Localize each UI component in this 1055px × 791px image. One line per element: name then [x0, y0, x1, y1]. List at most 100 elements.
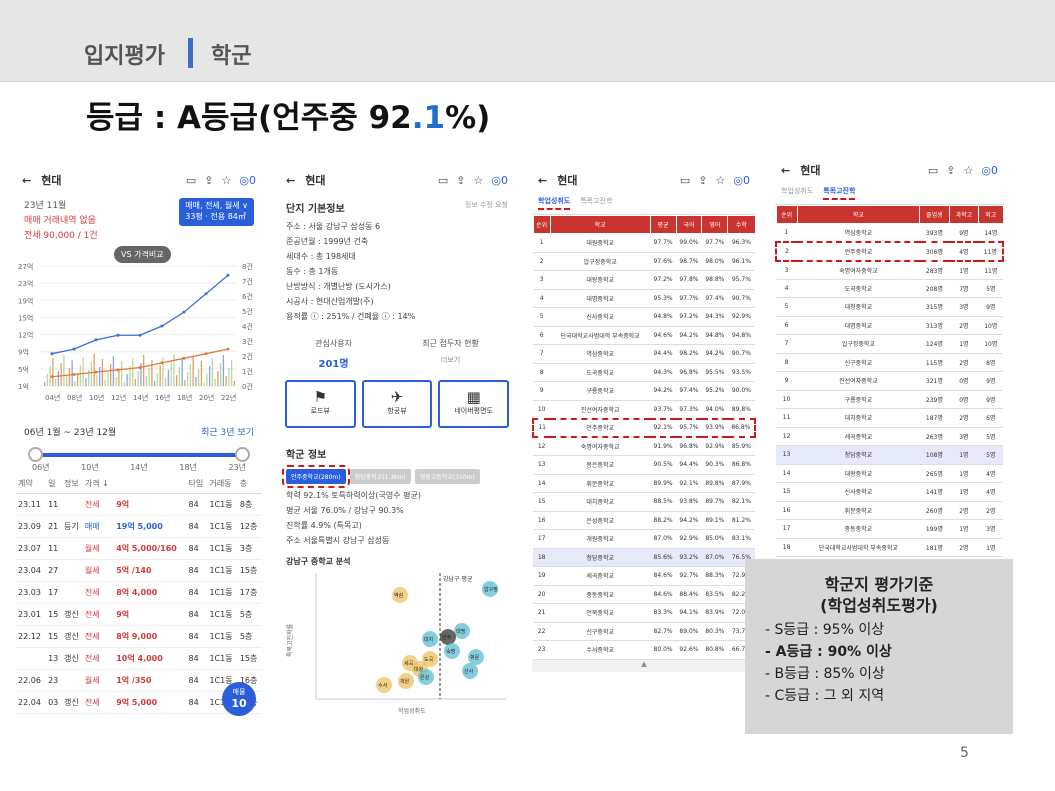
headline-suffix: %): [445, 100, 491, 136]
school-chip[interactable]: 영동고등학교(310m): [414, 469, 480, 484]
map-icon[interactable]: ▭: [438, 174, 448, 187]
aerial-tile[interactable]: ✈ 항공뷰: [361, 380, 433, 428]
deal-floor: 17층: [237, 581, 262, 604]
school-bubble-label: 신사: [464, 668, 474, 675]
comment-icon[interactable]: ◎0: [239, 174, 256, 187]
rank-cell: 98.8%: [701, 270, 728, 290]
back-icon[interactable]: ←: [22, 174, 31, 187]
comment-icon[interactable]: ◎0: [491, 174, 508, 187]
rank-cell: 신구중학교: [550, 622, 651, 641]
rank-row: 2 압구정중학교 97.6% 98.7% 98.0% 96.1%: [533, 252, 755, 271]
share-icon[interactable]: ⇪: [946, 164, 955, 177]
rank-cell: 97.2%: [676, 307, 702, 327]
school-scatter: 강남구 평균특목고진학률학업성취도역삼압구정대명언주숙명대치세곡대왕은성도곡수서…: [286, 573, 506, 715]
star-icon[interactable]: ☆: [474, 174, 484, 187]
column-header: 일: [46, 474, 62, 494]
star-icon[interactable]: ☆: [222, 174, 232, 187]
rank-cell: 대왕중학교: [550, 270, 651, 290]
rank-cell: 83.5%: [701, 585, 728, 604]
rank-cell: 94.6%: [650, 326, 677, 345]
star-icon[interactable]: ☆: [716, 174, 726, 187]
school-detail-list: 학력 92.1% 토특하력이상(국영수 평균) 평균 서울 76.0% / 강남구…: [280, 488, 514, 548]
slider-start-handle[interactable]: [28, 447, 43, 462]
vs-compare-button[interactable]: VS 가격비교: [114, 246, 171, 263]
filter-badge[interactable]: 매매, 전세, 월세 ∨ 33평 · 전용 84㎡: [179, 198, 254, 226]
share-icon[interactable]: ⇪: [698, 174, 707, 187]
floorplan-tile[interactable]: ▦ 네이버평면도: [438, 380, 510, 428]
volume-bar: [101, 359, 104, 386]
back-icon[interactable]: ←: [538, 174, 547, 187]
rank-row: 7 역삼중학교 94.4% 98.2% 94.2% 90.7%: [533, 344, 755, 364]
rank-cell: 봉은중학교: [550, 455, 651, 475]
school-bubble-label: 개원: [400, 678, 410, 685]
rank-cell: 94.0%: [701, 400, 728, 419]
rank-cell: 3: [533, 270, 551, 290]
volume-bar: [118, 369, 120, 386]
rank-cell: 86.8%: [727, 455, 755, 475]
column-header: 영어: [701, 215, 729, 234]
back-icon[interactable]: ←: [781, 164, 790, 177]
rank-cell: 181명: [919, 538, 950, 557]
price-point: [182, 310, 186, 314]
star-icon[interactable]: ☆: [964, 164, 974, 177]
rank-row: 8 신구중학교 115명 2명 8명: [776, 353, 1003, 372]
deal-dong: 1C1동: [207, 647, 238, 670]
volume-bar: [60, 363, 62, 386]
map-icon[interactable]: ▭: [186, 174, 196, 187]
listing-fab[interactable]: 매물 10: [222, 682, 256, 716]
recent-3y-link[interactable]: 최근 3년 보기: [201, 425, 254, 438]
rank-cell: 5명: [978, 427, 1003, 446]
rank-row: 6 단국대학교사범대학 부속중학교 94.6% 94.2% 94.8% 94.8%: [533, 326, 755, 345]
visit-more-link[interactable]: 더보기: [422, 355, 479, 365]
tab-special-school[interactable]: 특목고진학: [580, 196, 612, 210]
rank-cell: 21: [533, 603, 551, 623]
complex-info-screen: ← 현대 ▭ ⇪ ☆ ◎0 단지 기본정보 정보 수정 요청 주소 : 서울 강남구 삼…: [280, 168, 514, 734]
comment-icon[interactable]: ◎0: [733, 174, 750, 187]
rank-cell: 98.2%: [676, 344, 702, 364]
slide-header: 입지평가 학군: [0, 0, 1055, 82]
rank-cell: 7: [533, 344, 551, 364]
map-icon[interactable]: ▭: [928, 164, 938, 177]
rank-cell: 개원중학교: [550, 529, 651, 549]
deal-row: 23.07 11 월세 4억 5,000/160 84 1C1동 3층: [16, 537, 262, 560]
criteria-box: 학군지 평가기준 (학업성취도평가) - S등급 : 95% 이상 - A등급 …: [745, 559, 1013, 734]
deal-price: 10억 4,000: [114, 647, 187, 670]
deal-info: 등기: [61, 515, 83, 538]
school-chip-active[interactable]: 언주중학교(280m): [282, 465, 350, 488]
rank-cell: 2명: [949, 408, 979, 428]
tab-special-school[interactable]: 특목고진학: [823, 186, 856, 200]
tab-achievement[interactable]: 학업성취도: [538, 196, 571, 210]
rank-row: 6 대명중학교 313명 2명 10명: [776, 316, 1003, 335]
rank-cell: 6: [776, 316, 798, 335]
share-icon[interactable]: ⇪: [204, 174, 213, 187]
y2-tick-label: 4건: [242, 322, 253, 331]
rank-cell: 신사중학교: [797, 482, 920, 502]
school-chip[interactable]: 청담중학교(1.3km): [349, 469, 411, 484]
deal-row: 23.11 11 전세 9억 84 1C1동 8층: [16, 493, 262, 516]
back-icon[interactable]: ←: [286, 174, 295, 187]
share-icon[interactable]: ⇪: [456, 174, 465, 187]
rank-cell: 2명: [949, 316, 979, 335]
comment-icon[interactable]: ◎0: [981, 164, 998, 177]
period-slider[interactable]: 06년 10년 14년 18년 23년: [24, 442, 254, 474]
roadview-tile[interactable]: ⚑ 로드뷰: [285, 380, 356, 428]
rank-cell: 94.8%: [650, 307, 677, 327]
rank-cell: 2명: [949, 538, 979, 557]
collapse-toggle[interactable]: ▲: [532, 659, 756, 672]
volume-bar: [82, 357, 84, 386]
map-icon[interactable]: ▭: [680, 174, 690, 187]
rank-cell: 94.3%: [650, 363, 677, 382]
criteria-title: 학군지 평가기준: [824, 575, 934, 594]
rank-row: 18 단국대학교사범대학 부속중학교 181명 2명 1명: [776, 538, 1003, 557]
rank-cell: 11: [776, 408, 798, 428]
y2-tick-label: 7건: [242, 277, 253, 286]
school-line: 평균 서울 76.0% / 강남구 90.3%: [286, 506, 404, 515]
edit-request-link[interactable]: 정보 수정 요청: [465, 200, 508, 215]
rank-cell: 84.6%: [650, 585, 677, 604]
deal-type: 월세: [82, 669, 115, 692]
slider-end-handle[interactable]: [235, 447, 250, 462]
tab-achievement[interactable]: 학업성취도: [781, 186, 813, 200]
rank-cell: 108명: [919, 445, 950, 465]
rank-cell: 97.7%: [676, 289, 702, 308]
rank-cell: 진선여자중학교: [797, 371, 920, 391]
